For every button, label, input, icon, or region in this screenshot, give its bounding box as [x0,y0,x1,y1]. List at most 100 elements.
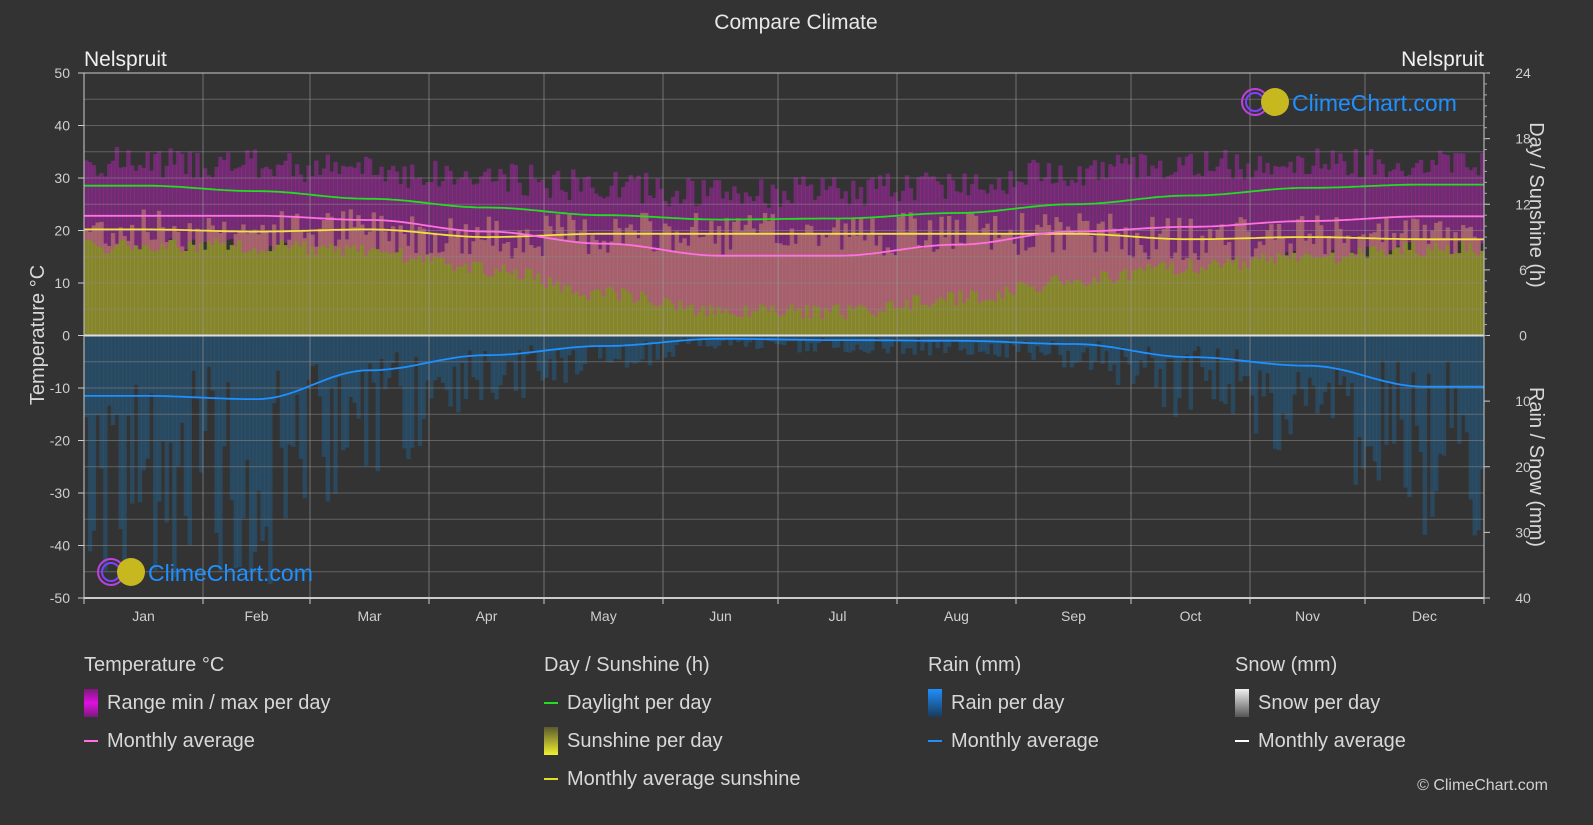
temp-range-day-bar [233,168,239,247]
sunshine-day-bar [202,249,208,336]
rain-day-bar [410,335,415,448]
temp-range-day-bar [1303,174,1309,254]
rain-day-bar [1399,335,1405,420]
sunshine-day-bar [1349,252,1355,336]
rain-day-bar [1284,335,1289,420]
temp-range-day-bar [1457,153,1462,242]
right-bottom-tick-label: 40 [1515,590,1531,606]
rain-day-bar [156,335,162,502]
temp-range-day-bar [344,166,350,246]
temp-range-day-bar [252,149,258,249]
rain-day-bar [567,335,572,356]
temp-range-day-bar [1142,155,1148,271]
rain-day-bar [920,335,925,351]
rain-day-bar [394,335,400,353]
temp-range-day-bar [674,190,680,311]
temp-range-day-bar [1000,190,1006,299]
sunshine-day-bar [1407,249,1412,336]
rain-day-bar [1027,335,1032,353]
rain-day-bar [517,335,522,351]
sunshine-day-bar [229,245,235,336]
temp-range-day-bar [624,181,630,291]
watermark-top: ClimeChart.com [1241,88,1457,116]
rain-day-bar [448,335,453,407]
temp-range-day-bar [1334,163,1339,264]
temp-range-day-bar [452,184,457,272]
temp-range-day-bar [1173,172,1178,275]
rain-day-bar [1088,335,1094,370]
sunshine-day-bar [122,235,127,336]
temp-range-day-bar [1207,170,1213,265]
rain-day-bar [1414,335,1420,426]
rain-day-bar [1257,335,1263,371]
rain-day-bar [935,335,940,349]
temp-range-day-bar [693,206,699,316]
temp-range-day-bar [716,180,722,307]
temp-range-day-bar [697,205,703,312]
temp-range-day-bar [1330,150,1336,250]
temp-range-day-bar [225,152,231,240]
sunshine-day-bar [1146,259,1151,336]
temp-range-day-bar [210,177,216,245]
sunshine-day-bar [333,245,338,336]
rain-day-bar [697,335,703,347]
temp-range-day-bar [755,195,760,312]
temp-range-day-bar [103,176,108,254]
rain-day-bar [1273,335,1278,449]
temp-range-day-bar [1376,159,1382,252]
temp-range-day-bar [977,189,983,304]
temp-range-day-bar [179,153,185,253]
rain-day-bar [99,335,104,469]
rain-day-bar [1207,335,1213,370]
rain-day-bar [716,335,722,346]
rain-day-bar [1288,335,1293,435]
rain-day-bar [1384,335,1389,445]
rain-day-bar [1391,335,1397,444]
rain-day-bar [1380,335,1385,362]
temp-range-day-bar [709,187,714,306]
temp-range-day-bar [436,186,442,258]
temp-range-day-bar [981,189,986,301]
sunshine-day-bar [302,238,308,336]
rain-day-bar [586,335,591,346]
temp-range-day-bar [387,169,392,254]
temp-range-day-bar [187,151,192,242]
rain-day-bar [1418,335,1424,452]
sunshine-day-bar [310,234,315,336]
rain-day-bar [1142,335,1148,368]
rain-day-bar [264,335,269,527]
sunshine-day-bar [168,239,173,336]
temp-range-day-bar [444,165,449,265]
rain-day-bar [513,335,519,392]
rain-day-bar [1319,335,1324,405]
temp-range-day-bar [1046,163,1052,282]
rain-day-bar [943,335,948,354]
sunshine-day-bar [1353,254,1359,336]
temp-range-day-bar [302,181,308,242]
rain-day-bar [1468,335,1474,500]
rain-day-bar [340,335,346,451]
snow-swatch-icon [1235,689,1249,717]
temp-range-day-bar [195,153,200,252]
rain-day-bar [709,335,714,346]
rain-day-bar [1422,335,1428,535]
temp-range-day-bar [141,167,146,246]
temp-range-day-bar [950,180,956,293]
rain-day-bar [1445,335,1451,362]
sunshine-day-bar [1441,237,1447,336]
temp-range-day-bar [440,180,446,258]
temp-range-day-bar [571,169,576,294]
rain-day-bar [1311,335,1316,386]
temp-range-day-bar [1299,157,1305,257]
rain-day-bar [183,335,189,517]
rain-day-bar [1016,335,1021,352]
legend-temperature: Temperature °C Range min / max per day M… [84,654,330,767]
legend-item: Monthly average [1235,729,1406,753]
rain-day-bar [1407,335,1412,498]
rain-day-bar [271,335,277,404]
legend-snow-title: Snow (mm) [1235,654,1338,676]
rain-day-bar [1472,335,1477,536]
x-tick-label: Aug [944,608,969,624]
temp-range-day-bar [176,151,181,248]
rain-day-bar [509,335,515,362]
